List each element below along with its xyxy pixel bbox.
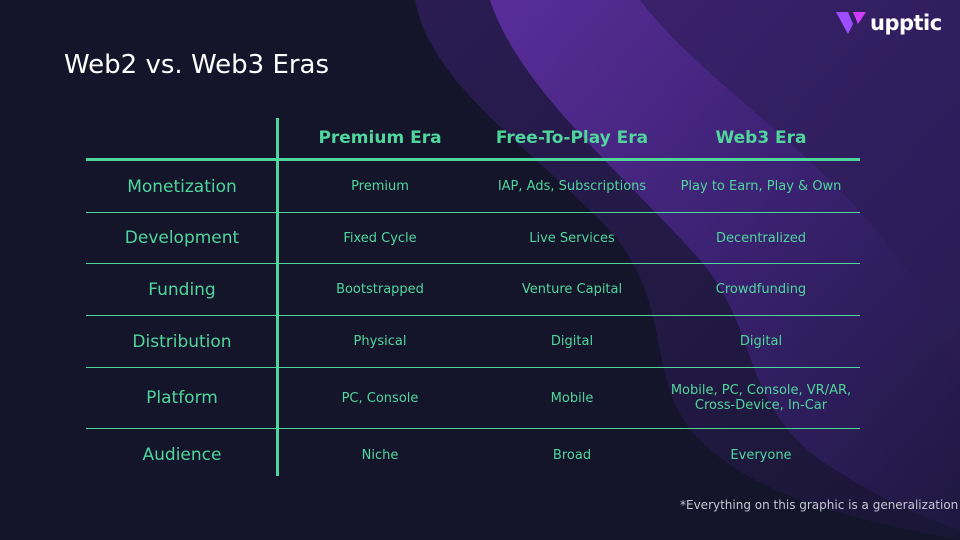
comparison-table: Premium Era Free-To-Play Era Web3 Era Mo… <box>86 118 860 481</box>
table-cell: IAP, Ads, Subscriptions <box>497 179 647 194</box>
header-premium-era: Premium Era <box>318 128 442 148</box>
footnote: *Everything on this graphic is a general… <box>680 498 959 512</box>
table-cell: Play to Earn, Play & Own <box>680 179 842 194</box>
table-cell: Bootstrapped <box>336 282 424 297</box>
table-row: Audience Niche Broad Everyone <box>86 429 860 481</box>
table-row: Funding Bootstrapped Venture Capital Cro… <box>86 264 860 316</box>
table-cell: Premium <box>351 179 409 194</box>
table-cell: Everyone <box>730 447 792 463</box>
row-label: Funding <box>148 279 216 300</box>
table-cell: Fixed Cycle <box>343 230 417 246</box>
table-cell: Digital <box>739 334 783 349</box>
table-header-row: Premium Era Free-To-Play Era Web3 Era <box>86 118 860 161</box>
header-web3-era: Web3 Era <box>715 128 807 148</box>
table-cell: Digital <box>550 334 594 349</box>
row-label: Audience <box>142 445 222 465</box>
table-row: Development Fixed Cycle Live Services De… <box>86 213 860 264</box>
header-free-to-play-era: Free-To-Play Era <box>495 128 649 148</box>
table-cell: Broad <box>552 447 592 463</box>
table-cell: Decentralized <box>715 230 807 246</box>
table-cell: Niche <box>361 447 399 463</box>
table-cell: Live Services <box>529 230 615 246</box>
table-row: Distribution Physical Digital Digital <box>86 316 860 368</box>
row-label: Distribution <box>132 331 232 352</box>
logo-text: upptic <box>870 11 942 35</box>
table-row: Platform PC, Console Mobile Mobile, PC, … <box>86 368 860 429</box>
table-cell: Physical <box>353 334 407 349</box>
page-title: Web2 vs. Web3 Eras <box>64 50 330 80</box>
upptic-logo: upptic <box>836 10 942 36</box>
table-cell: PC, Console <box>341 390 419 406</box>
logo-mark-icon <box>836 12 866 34</box>
table-row: Monetization Premium IAP, Ads, Subscript… <box>86 161 860 213</box>
table-cell: Crowdfunding <box>715 282 807 297</box>
table-cell: Mobile <box>550 390 594 406</box>
row-label: Platform <box>146 388 218 408</box>
table-cell: Mobile, PC, Console, VR/AR, Cross-Device… <box>670 383 852 413</box>
row-label: Monetization <box>127 176 237 197</box>
table-cell: Venture Capital <box>521 282 623 297</box>
row-label: Development <box>124 228 240 248</box>
